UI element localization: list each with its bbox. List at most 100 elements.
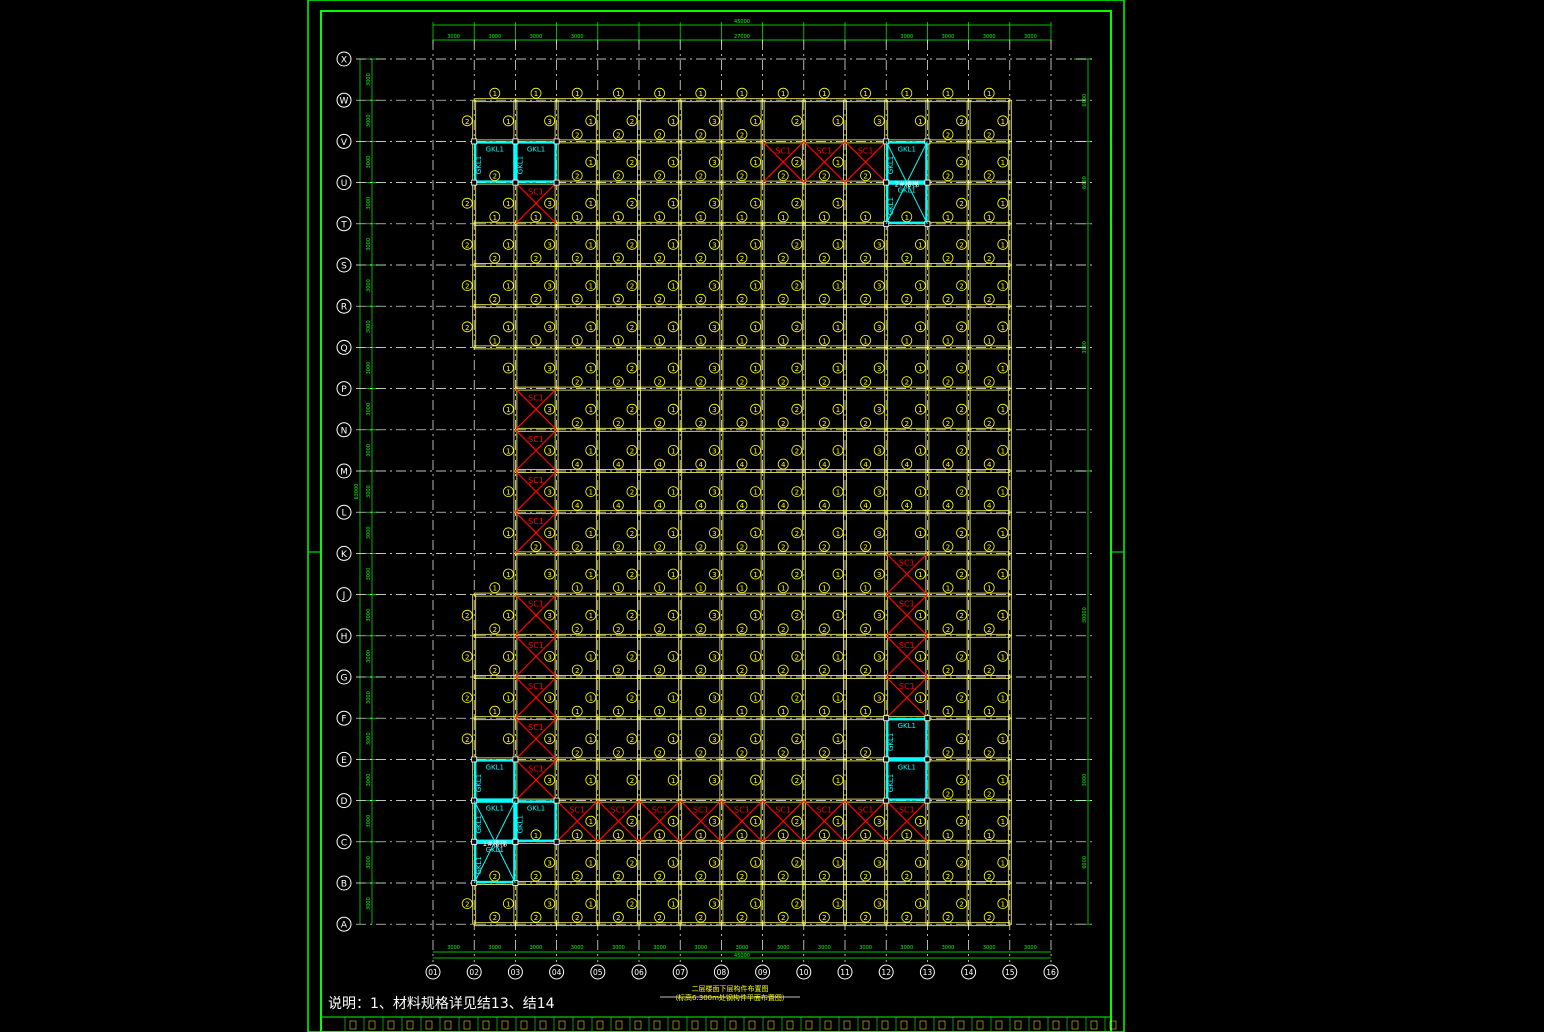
beam-mark: 1 bbox=[585, 321, 597, 333]
beam-mark-number: 2 bbox=[987, 667, 991, 675]
beam-mark: 2 bbox=[613, 293, 624, 305]
beam-mark-number: 1 bbox=[753, 818, 757, 826]
beam-mark: 1 bbox=[667, 238, 679, 250]
beam-mark-number: 1 bbox=[589, 489, 593, 497]
beam-mark: 2 bbox=[791, 527, 803, 539]
beam-mark-number: 1 bbox=[506, 283, 510, 291]
beam-mark-number: 1 bbox=[781, 708, 785, 716]
beam-mark-number: 1 bbox=[506, 653, 510, 661]
beam-mark: 1 bbox=[571, 705, 583, 717]
beam-mark-number: 2 bbox=[740, 173, 744, 181]
beam-mark: 3 bbox=[873, 280, 885, 292]
beam-mark-number: 1 bbox=[1001, 159, 1005, 167]
beam-mark: 3 bbox=[544, 733, 555, 745]
dim-label: 3000 bbox=[694, 945, 707, 951]
beam-mark: 1 bbox=[736, 334, 748, 346]
beam-mark-number: 3 bbox=[712, 736, 716, 744]
beam-mark-number: 2 bbox=[465, 200, 469, 208]
beam-mark: 3 bbox=[544, 321, 555, 333]
beam-mark: 1 bbox=[942, 582, 954, 593]
dim-label: 3000 bbox=[366, 650, 372, 663]
beam-mark-number: 4 bbox=[822, 461, 827, 469]
beam-mark-number: 3 bbox=[877, 695, 881, 703]
beam-mark-number: 1 bbox=[753, 777, 757, 785]
gkl1-label: GKL1 bbox=[887, 733, 895, 751]
column-node bbox=[471, 838, 478, 845]
beam-mark-number: 2 bbox=[863, 379, 867, 387]
brace-label: SC1 bbox=[652, 806, 668, 815]
beam-mark-number: 2 bbox=[959, 859, 963, 867]
beam-mark: 2 bbox=[860, 870, 871, 882]
beam-mark-number: 1 bbox=[753, 159, 757, 167]
beam-mark: 2 bbox=[489, 170, 501, 182]
beam-mark-number: 1 bbox=[836, 447, 840, 455]
beam-mark: 3 bbox=[873, 609, 885, 621]
brace-label: SC1 bbox=[569, 806, 585, 815]
axis-bubble-row-R: R bbox=[336, 298, 352, 314]
beam-mark: 2 bbox=[489, 623, 501, 635]
beam-mark: 2 bbox=[983, 623, 995, 635]
beam-mark: 1 bbox=[750, 403, 761, 415]
beam-mark: 3 bbox=[873, 857, 885, 868]
beam-mark: 1 bbox=[571, 582, 583, 593]
beam-mark: 1 bbox=[654, 582, 665, 593]
beam-mark-number: 1 bbox=[589, 818, 593, 826]
dim-label: 3000 bbox=[1082, 774, 1088, 787]
dim-label: 45000 bbox=[734, 19, 750, 25]
beam-mark-number: 1 bbox=[740, 832, 744, 840]
beam-mark-number: 2 bbox=[630, 901, 634, 909]
beam-mark: 3 bbox=[709, 486, 720, 498]
beam-mark-number: 3 bbox=[877, 283, 881, 291]
beam-mark: 2 bbox=[777, 376, 789, 388]
beam-mark-number: 1 bbox=[1001, 612, 1005, 620]
beam-mark: 2 bbox=[461, 651, 473, 662]
beam-mark-number: 2 bbox=[905, 914, 909, 922]
beam-mark-number: 1 bbox=[506, 241, 510, 249]
beam-mark: 2 bbox=[791, 362, 803, 374]
beam-mark: 2 bbox=[695, 376, 707, 388]
beam-mark-number: 3 bbox=[547, 118, 551, 126]
beam-mark: 2 bbox=[571, 170, 583, 182]
beam-mark: 3 bbox=[544, 444, 555, 456]
beam-mark-number: 1 bbox=[918, 365, 922, 373]
titleblock-glyph bbox=[596, 1020, 604, 1030]
beam-mark-number: 1 bbox=[781, 832, 785, 840]
beam-mark: 3 bbox=[544, 692, 555, 703]
beam-mark-number: 1 bbox=[589, 365, 593, 373]
beam-mark-number: 1 bbox=[740, 585, 744, 593]
beam-mark-number: 2 bbox=[699, 873, 703, 881]
beam-mark-number: 3 bbox=[712, 324, 716, 332]
beam-mark: 2 bbox=[791, 774, 803, 786]
beam-mark: 2 bbox=[626, 527, 638, 539]
beam-mark: 2 bbox=[736, 252, 748, 264]
axis-bubble-col-13: 13 bbox=[919, 964, 935, 980]
axis-bubble-row-C: C bbox=[336, 834, 352, 850]
beam-mark-number: 2 bbox=[630, 777, 634, 785]
beam-mark-number: 2 bbox=[465, 653, 469, 661]
beam-mark-number: 2 bbox=[575, 914, 579, 922]
beam-mark: 3 bbox=[544, 857, 555, 868]
beam-mark-number: 1 bbox=[506, 612, 510, 620]
beam-mark-number: 2 bbox=[575, 873, 579, 881]
beam-mark: 2 bbox=[736, 128, 748, 140]
beam-mark-number: 2 bbox=[863, 420, 867, 428]
beam-mark: 1 bbox=[667, 898, 679, 909]
beam-mark-number: 1 bbox=[836, 241, 840, 249]
beam-mark: 2 bbox=[626, 238, 638, 250]
beam-mark-number: 1 bbox=[836, 901, 840, 909]
beam-mark-number: 1 bbox=[836, 612, 840, 620]
beam-mark-number: 1 bbox=[781, 90, 785, 98]
beam-mark: 3 bbox=[873, 527, 885, 539]
gkl1-label: GKL1 bbox=[887, 774, 895, 792]
beam-mark-number: 2 bbox=[493, 914, 497, 922]
beam-mark-number: 2 bbox=[657, 749, 661, 757]
beam-mark: 1 bbox=[997, 238, 1009, 250]
beam-mark-number: 1 bbox=[589, 406, 593, 414]
brace-label: SC1 bbox=[528, 764, 544, 773]
axis-bubble-col-14: 14 bbox=[961, 964, 977, 980]
beam-mark: 2 bbox=[695, 128, 707, 140]
axis-bubble-row-L: L bbox=[336, 504, 352, 520]
beam-mark-number: 1 bbox=[493, 708, 497, 716]
beam-mark: 1 bbox=[901, 334, 913, 346]
beam-mark: 2 bbox=[791, 486, 803, 498]
